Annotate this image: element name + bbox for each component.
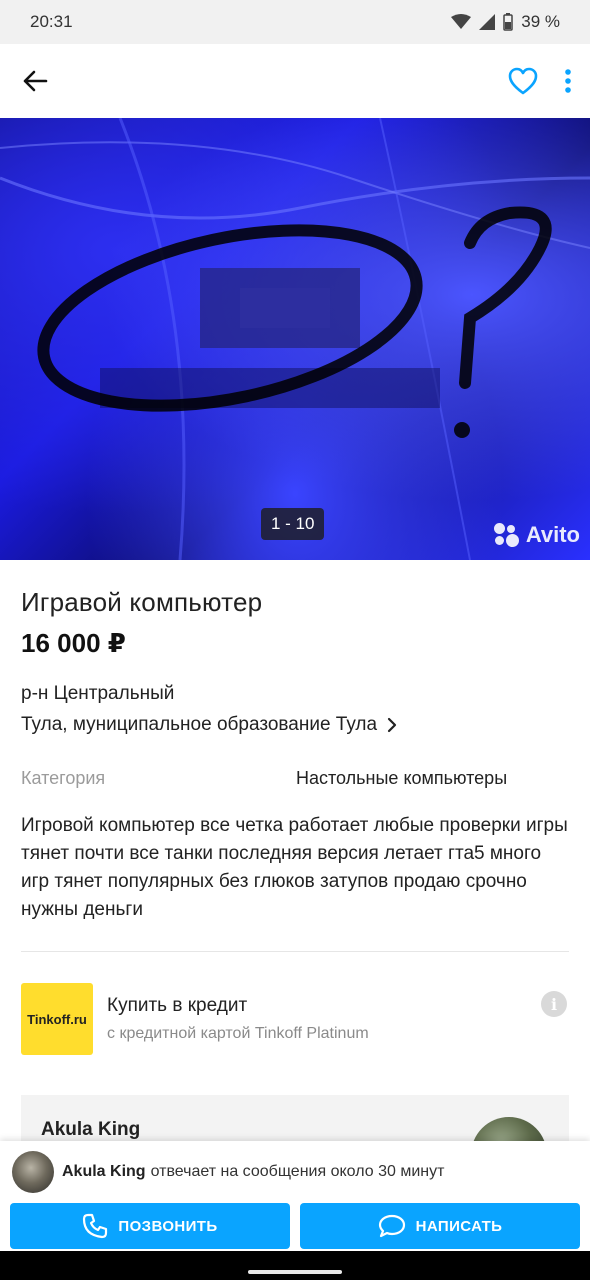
reply-info: Akula King отвечает на сообщения около 3… — [0, 1141, 590, 1193]
tinkoff-logo: Tinkoff.ru — [21, 983, 93, 1055]
avatar — [12, 1151, 54, 1193]
wifi-icon — [451, 14, 472, 29]
contact-panel: Akula King отвечает на сообщения около 3… — [0, 1141, 590, 1251]
listing-description: Игровой компьютер все четка работает люб… — [21, 815, 568, 920]
arrow-left-icon — [23, 70, 48, 92]
credit-title: Купить в кредит — [107, 995, 248, 1016]
seller-name: Akula King — [41, 1119, 141, 1140]
credit-subtitle: с кредитной картой Tinkoff Platinum — [107, 1025, 369, 1042]
heart-outline-icon — [508, 67, 538, 95]
credit-offer[interactable]: Tinkoff.ru Купить в кредит с кредитной к… — [21, 983, 569, 1055]
back-button[interactable] — [22, 69, 48, 93]
status-icons: 39 % — [451, 12, 560, 32]
photo-gallery[interactable]: 1 - 10 Avito — [0, 118, 590, 560]
reply-time-text: отвечает на сообщения около 30 минут — [150, 1163, 445, 1180]
listing-address: Тула, муниципальное образование Тула — [21, 714, 378, 735]
action-buttons: ПОЗВОНИТЬ НАПИСАТЬ — [0, 1193, 590, 1249]
watermark-text: Avito — [525, 522, 580, 547]
category-value: Настольные компьютеры — [296, 768, 508, 788]
reply-seller-name: Akula King — [62, 1163, 146, 1180]
category-label: Категория — [21, 768, 106, 788]
phone-icon — [83, 1213, 108, 1239]
info-icon[interactable]: i — [541, 991, 567, 1017]
listing-district: р-н Центральный — [21, 683, 175, 704]
category-row: Категория Настольные компьютеры — [21, 768, 569, 789]
address-link[interactable]: Тула, муниципальное образование Тула — [21, 714, 569, 736]
avito-watermark: Avito — [493, 522, 580, 548]
status-time: 20:31 — [30, 12, 73, 31]
photo-counter: 1 - 10 — [261, 508, 325, 540]
write-label: НАПИСАТЬ — [415, 1217, 503, 1235]
more-menu-button[interactable] — [564, 68, 572, 94]
listing-photo — [0, 118, 590, 560]
status-bar: 20:31 39 % — [0, 0, 590, 44]
battery-icon — [503, 13, 513, 31]
call-label: ПОЗВОНИТЬ — [118, 1217, 218, 1235]
chat-bubble-icon — [378, 1214, 405, 1238]
write-button[interactable]: НАПИСАТЬ — [300, 1203, 580, 1249]
cellular-icon — [479, 14, 496, 30]
listing-title: Игравой компьютер — [21, 587, 263, 617]
chevron-right-icon — [387, 717, 397, 733]
call-button[interactable]: ПОЗВОНИТЬ — [10, 1203, 290, 1249]
more-vert-icon — [565, 69, 571, 93]
listing-details: Игравой компьютер 16 000 ₽ р-н Центральн… — [0, 587, 590, 1155]
battery-level: 39 % — [521, 12, 560, 31]
system-nav-bar — [0, 1251, 590, 1280]
listing-price: 16 000 ₽ — [21, 628, 126, 658]
favorite-button[interactable] — [508, 67, 538, 95]
avito-logo-icon — [493, 523, 520, 547]
divider — [21, 951, 569, 952]
app-bar — [0, 44, 590, 118]
home-handle[interactable] — [248, 1270, 342, 1274]
